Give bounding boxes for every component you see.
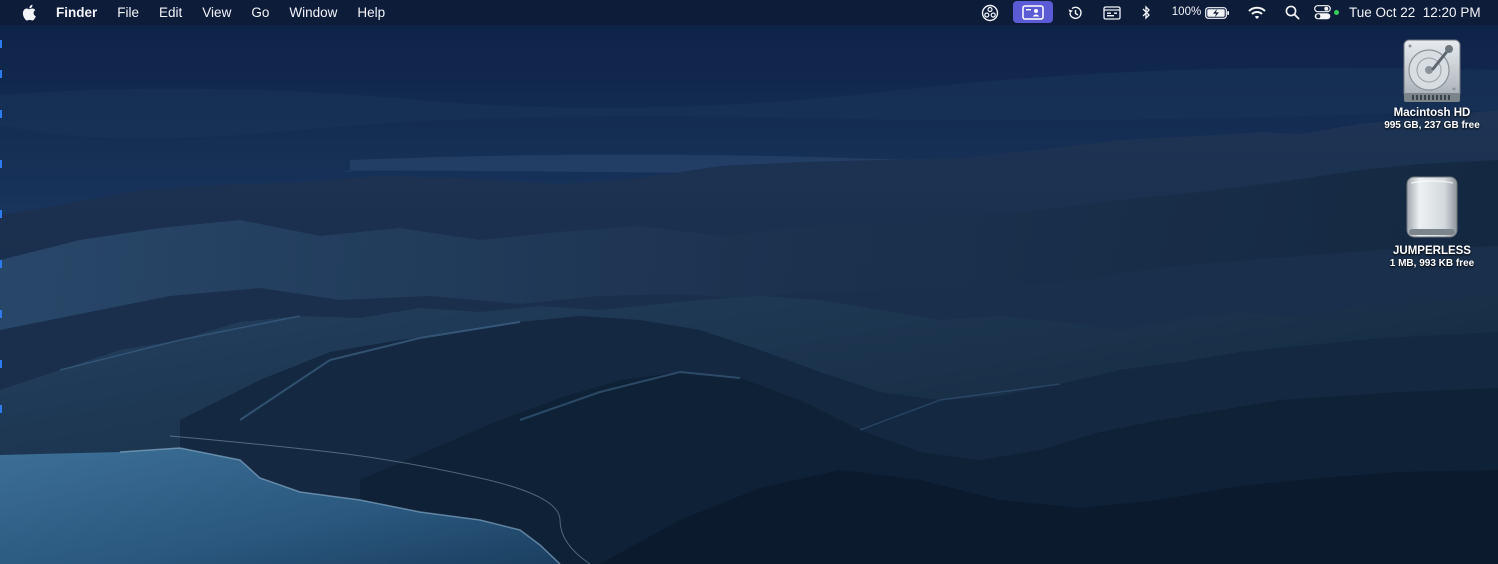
external-drive-icon xyxy=(1406,176,1458,238)
screen-edge-marker xyxy=(0,160,2,168)
menu-bar-clock[interactable]: Tue Oct 22 12:20 PM xyxy=(1349,0,1485,25)
menu-file[interactable]: File xyxy=(107,0,149,25)
screen-edge-marker xyxy=(0,210,2,218)
desktop-icon-macintosh-hd[interactable]: Macintosh HD 995 GB, 237 GB free xyxy=(1372,37,1492,131)
display-icon[interactable] xyxy=(1102,0,1122,25)
screen-edge-marker xyxy=(0,260,2,268)
battery-charging-icon xyxy=(1205,6,1230,19)
menu-help[interactable]: Help xyxy=(347,0,395,25)
screen-edge-marker xyxy=(0,360,2,368)
desktop-icon-jumperless[interactable]: JUMPERLESS 1 MB, 993 KB free xyxy=(1372,173,1492,269)
menu-view[interactable]: View xyxy=(192,0,241,25)
bluetooth-icon[interactable] xyxy=(1139,0,1153,25)
menu-bar-left: Finder File Edit View Go Window Help xyxy=(0,0,395,25)
control-center-icon xyxy=(1313,5,1331,20)
time-machine-icon[interactable] xyxy=(1066,0,1084,25)
screen-edge-marker xyxy=(0,70,2,78)
menu-window[interactable]: Window xyxy=(279,0,347,25)
obs-icon[interactable] xyxy=(980,0,1000,25)
battery-percent: 100% xyxy=(1171,6,1202,18)
search-icon[interactable] xyxy=(1283,0,1301,25)
menu-edit[interactable]: Edit xyxy=(149,0,192,25)
desktop[interactable]: Finder File Edit View Go Window Help 100… xyxy=(0,0,1498,564)
wifi-icon[interactable] xyxy=(1247,0,1267,25)
screen-share-icon[interactable] xyxy=(1013,1,1053,23)
screen-edge-marker xyxy=(0,310,2,318)
menu-bar: Finder File Edit View Go Window Help 100… xyxy=(0,0,1498,25)
internal-hard-drive-icon xyxy=(1403,39,1461,102)
desktop-icon-info: 995 GB, 237 GB free xyxy=(1384,120,1480,131)
menu-app-finder[interactable]: Finder xyxy=(56,0,107,25)
battery-status[interactable]: 100% xyxy=(1169,0,1233,25)
mic-indicator xyxy=(1333,10,1339,15)
apple-logo-icon[interactable] xyxy=(22,0,38,25)
desktop-icon-info: 1 MB, 993 KB free xyxy=(1389,258,1475,269)
desktop-icon-label: Macintosh HD xyxy=(1393,107,1471,119)
screen-edge-marker xyxy=(0,40,2,48)
screen-edge-marker xyxy=(0,110,2,118)
menu-go[interactable]: Go xyxy=(241,0,279,25)
desktop-icon-label: JUMPERLESS xyxy=(1393,245,1471,257)
desktop-wallpaper xyxy=(0,0,1498,564)
screen-edge-marker xyxy=(0,405,2,413)
control-center[interactable] xyxy=(1312,0,1340,25)
